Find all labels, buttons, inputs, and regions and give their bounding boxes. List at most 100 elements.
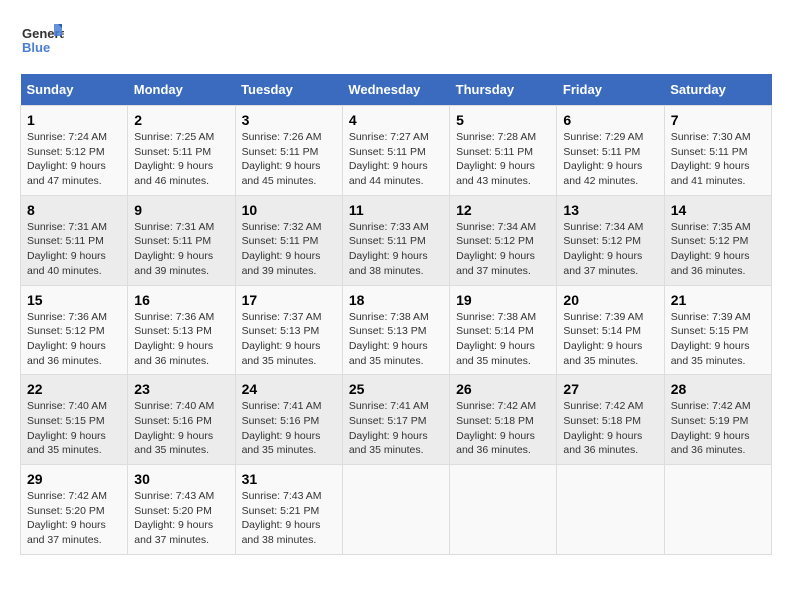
day-info: Sunrise: 7:34 AMSunset: 5:12 PMDaylight:…	[456, 221, 536, 277]
calendar-cell: 26 Sunrise: 7:42 AMSunset: 5:18 PMDaylig…	[450, 375, 557, 465]
day-info: Sunrise: 7:42 AMSunset: 5:20 PMDaylight:…	[27, 490, 107, 546]
day-number: 16	[134, 292, 228, 308]
day-info: Sunrise: 7:32 AMSunset: 5:11 PMDaylight:…	[242, 221, 322, 277]
day-number: 21	[671, 292, 765, 308]
day-info: Sunrise: 7:38 AMSunset: 5:14 PMDaylight:…	[456, 311, 536, 367]
column-header-monday: Monday	[128, 74, 235, 106]
day-info: Sunrise: 7:36 AMSunset: 5:12 PMDaylight:…	[27, 311, 107, 367]
day-number: 28	[671, 381, 765, 397]
day-number: 14	[671, 202, 765, 218]
header: General Blue	[20, 20, 772, 64]
day-number: 6	[563, 112, 657, 128]
calendar-cell: 14 Sunrise: 7:35 AMSunset: 5:12 PMDaylig…	[664, 195, 771, 285]
day-info: Sunrise: 7:41 AMSunset: 5:17 PMDaylight:…	[349, 400, 429, 456]
day-number: 27	[563, 381, 657, 397]
day-number: 15	[27, 292, 121, 308]
calendar-cell: 28 Sunrise: 7:42 AMSunset: 5:19 PMDaylig…	[664, 375, 771, 465]
day-info: Sunrise: 7:39 AMSunset: 5:14 PMDaylight:…	[563, 311, 643, 367]
column-header-thursday: Thursday	[450, 74, 557, 106]
calendar-cell: 30 Sunrise: 7:43 AMSunset: 5:20 PMDaylig…	[128, 465, 235, 555]
day-info: Sunrise: 7:38 AMSunset: 5:13 PMDaylight:…	[349, 311, 429, 367]
day-number: 8	[27, 202, 121, 218]
calendar-cell: 9 Sunrise: 7:31 AMSunset: 5:11 PMDayligh…	[128, 195, 235, 285]
day-number: 17	[242, 292, 336, 308]
calendar-cell: 1 Sunrise: 7:24 AMSunset: 5:12 PMDayligh…	[21, 106, 128, 196]
week-row-1: 1 Sunrise: 7:24 AMSunset: 5:12 PMDayligh…	[21, 106, 772, 196]
day-info: Sunrise: 7:33 AMSunset: 5:11 PMDaylight:…	[349, 221, 429, 277]
calendar-cell: 11 Sunrise: 7:33 AMSunset: 5:11 PMDaylig…	[342, 195, 449, 285]
calendar-cell: 12 Sunrise: 7:34 AMSunset: 5:12 PMDaylig…	[450, 195, 557, 285]
calendar-cell	[450, 465, 557, 555]
day-info: Sunrise: 7:31 AMSunset: 5:11 PMDaylight:…	[134, 221, 214, 277]
calendar-cell: 18 Sunrise: 7:38 AMSunset: 5:13 PMDaylig…	[342, 285, 449, 375]
calendar-cell: 15 Sunrise: 7:36 AMSunset: 5:12 PMDaylig…	[21, 285, 128, 375]
week-row-5: 29 Sunrise: 7:42 AMSunset: 5:20 PMDaylig…	[21, 465, 772, 555]
day-info: Sunrise: 7:26 AMSunset: 5:11 PMDaylight:…	[242, 131, 322, 187]
day-info: Sunrise: 7:43 AMSunset: 5:20 PMDaylight:…	[134, 490, 214, 546]
calendar-cell	[342, 465, 449, 555]
day-number: 31	[242, 471, 336, 487]
calendar-cell	[664, 465, 771, 555]
day-number: 7	[671, 112, 765, 128]
calendar-cell: 31 Sunrise: 7:43 AMSunset: 5:21 PMDaylig…	[235, 465, 342, 555]
calendar-cell: 6 Sunrise: 7:29 AMSunset: 5:11 PMDayligh…	[557, 106, 664, 196]
calendar-cell: 21 Sunrise: 7:39 AMSunset: 5:15 PMDaylig…	[664, 285, 771, 375]
day-info: Sunrise: 7:36 AMSunset: 5:13 PMDaylight:…	[134, 311, 214, 367]
day-info: Sunrise: 7:35 AMSunset: 5:12 PMDaylight:…	[671, 221, 751, 277]
day-info: Sunrise: 7:37 AMSunset: 5:13 PMDaylight:…	[242, 311, 322, 367]
day-info: Sunrise: 7:40 AMSunset: 5:16 PMDaylight:…	[134, 400, 214, 456]
calendar-cell: 20 Sunrise: 7:39 AMSunset: 5:14 PMDaylig…	[557, 285, 664, 375]
calendar-cell: 22 Sunrise: 7:40 AMSunset: 5:15 PMDaylig…	[21, 375, 128, 465]
day-info: Sunrise: 7:31 AMSunset: 5:11 PMDaylight:…	[27, 221, 107, 277]
calendar-cell: 24 Sunrise: 7:41 AMSunset: 5:16 PMDaylig…	[235, 375, 342, 465]
day-info: Sunrise: 7:41 AMSunset: 5:16 PMDaylight:…	[242, 400, 322, 456]
calendar-cell: 4 Sunrise: 7:27 AMSunset: 5:11 PMDayligh…	[342, 106, 449, 196]
day-number: 29	[27, 471, 121, 487]
day-number: 4	[349, 112, 443, 128]
calendar-cell: 27 Sunrise: 7:42 AMSunset: 5:18 PMDaylig…	[557, 375, 664, 465]
logo: General Blue	[20, 20, 64, 64]
day-info: Sunrise: 7:29 AMSunset: 5:11 PMDaylight:…	[563, 131, 643, 187]
day-number: 26	[456, 381, 550, 397]
calendar-cell: 8 Sunrise: 7:31 AMSunset: 5:11 PMDayligh…	[21, 195, 128, 285]
calendar-cell: 7 Sunrise: 7:30 AMSunset: 5:11 PMDayligh…	[664, 106, 771, 196]
day-info: Sunrise: 7:24 AMSunset: 5:12 PMDaylight:…	[27, 131, 107, 187]
column-header-friday: Friday	[557, 74, 664, 106]
day-number: 13	[563, 202, 657, 218]
day-info: Sunrise: 7:34 AMSunset: 5:12 PMDaylight:…	[563, 221, 643, 277]
day-number: 5	[456, 112, 550, 128]
day-number: 2	[134, 112, 228, 128]
column-header-tuesday: Tuesday	[235, 74, 342, 106]
day-number: 18	[349, 292, 443, 308]
day-info: Sunrise: 7:25 AMSunset: 5:11 PMDaylight:…	[134, 131, 214, 187]
logo-svg: General Blue	[20, 20, 64, 64]
calendar-cell: 23 Sunrise: 7:40 AMSunset: 5:16 PMDaylig…	[128, 375, 235, 465]
day-info: Sunrise: 7:27 AMSunset: 5:11 PMDaylight:…	[349, 131, 429, 187]
calendar-cell: 16 Sunrise: 7:36 AMSunset: 5:13 PMDaylig…	[128, 285, 235, 375]
header-row: SundayMondayTuesdayWednesdayThursdayFrid…	[21, 74, 772, 106]
calendar-cell: 17 Sunrise: 7:37 AMSunset: 5:13 PMDaylig…	[235, 285, 342, 375]
day-number: 10	[242, 202, 336, 218]
column-header-wednesday: Wednesday	[342, 74, 449, 106]
svg-text:Blue: Blue	[22, 40, 50, 55]
day-info: Sunrise: 7:42 AMSunset: 5:18 PMDaylight:…	[456, 400, 536, 456]
day-info: Sunrise: 7:42 AMSunset: 5:19 PMDaylight:…	[671, 400, 751, 456]
calendar-cell: 2 Sunrise: 7:25 AMSunset: 5:11 PMDayligh…	[128, 106, 235, 196]
column-header-sunday: Sunday	[21, 74, 128, 106]
day-info: Sunrise: 7:42 AMSunset: 5:18 PMDaylight:…	[563, 400, 643, 456]
calendar-cell	[557, 465, 664, 555]
week-row-4: 22 Sunrise: 7:40 AMSunset: 5:15 PMDaylig…	[21, 375, 772, 465]
day-number: 1	[27, 112, 121, 128]
day-info: Sunrise: 7:40 AMSunset: 5:15 PMDaylight:…	[27, 400, 107, 456]
day-number: 25	[349, 381, 443, 397]
day-number: 24	[242, 381, 336, 397]
day-number: 19	[456, 292, 550, 308]
day-info: Sunrise: 7:30 AMSunset: 5:11 PMDaylight:…	[671, 131, 751, 187]
day-number: 9	[134, 202, 228, 218]
day-number: 20	[563, 292, 657, 308]
week-row-2: 8 Sunrise: 7:31 AMSunset: 5:11 PMDayligh…	[21, 195, 772, 285]
calendar-cell: 10 Sunrise: 7:32 AMSunset: 5:11 PMDaylig…	[235, 195, 342, 285]
day-info: Sunrise: 7:43 AMSunset: 5:21 PMDaylight:…	[242, 490, 322, 546]
calendar-cell: 25 Sunrise: 7:41 AMSunset: 5:17 PMDaylig…	[342, 375, 449, 465]
day-number: 11	[349, 202, 443, 218]
